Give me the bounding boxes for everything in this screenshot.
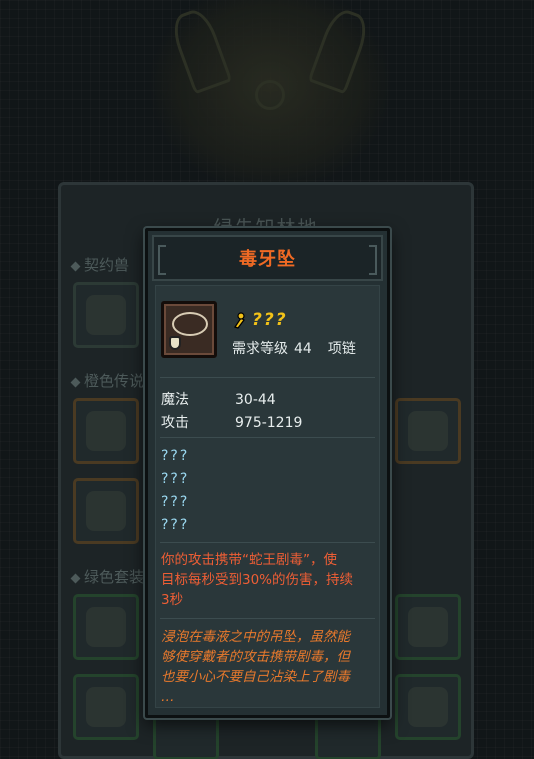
diamond-icon bbox=[70, 377, 81, 387]
stat-row: 攻击 975-1219 bbox=[161, 412, 302, 432]
lore-line: 浸泡在毒液之中的吊坠，虽然能 bbox=[161, 629, 350, 645]
section-label: 绿色套装 bbox=[84, 569, 145, 586]
unknown-attribute: ??? bbox=[161, 494, 190, 510]
fang-pendant bbox=[169, 336, 181, 350]
stat-row: 魔法 30-44 bbox=[161, 389, 276, 409]
lore-line: … bbox=[161, 689, 175, 705]
boss-horn-left bbox=[167, 5, 233, 95]
diamond-icon bbox=[70, 573, 81, 583]
boss-horn-right bbox=[307, 5, 373, 95]
green-set-slot[interactable] bbox=[395, 594, 461, 660]
wings-icon bbox=[86, 607, 126, 647]
boss-eye bbox=[255, 80, 285, 110]
section-contract-beast: 契约兽 bbox=[70, 254, 130, 275]
legend-slot[interactable] bbox=[73, 478, 139, 544]
crown-icon bbox=[408, 607, 448, 647]
fang-necklace-icon bbox=[161, 301, 217, 358]
diamond-icon bbox=[70, 261, 81, 271]
divider bbox=[160, 437, 375, 438]
legend-slot[interactable] bbox=[73, 398, 139, 464]
effect-line: 3秒 bbox=[161, 592, 184, 608]
slot-type: 项链 bbox=[327, 341, 356, 357]
divider bbox=[160, 618, 375, 619]
section-label: 契约兽 bbox=[84, 257, 130, 274]
item-tooltip: 毒牙坠 ??? 需求等级 44 项链 魔法 30-44 攻击 975-1219 ??? … bbox=[145, 228, 390, 718]
legend-slot[interactable] bbox=[395, 398, 461, 464]
lore-text: 浸泡在毒液之中的吊坠，虽然能 够使穿戴者的攻击携带剧毒，但 也要小心不要自己沾染… bbox=[161, 627, 373, 707]
cloak-icon bbox=[408, 687, 448, 727]
green-set-slot[interactable] bbox=[73, 674, 139, 740]
stat-value: 30-44 bbox=[235, 392, 276, 408]
effect-line: 你的攻击携带“蛇王剧毒”，使 bbox=[161, 552, 337, 568]
section-label: 橙色传说 bbox=[84, 373, 145, 390]
stat-label: 魔法 bbox=[161, 392, 189, 408]
gem-icon bbox=[86, 411, 126, 451]
item-title: 毒牙坠 bbox=[239, 249, 296, 270]
tooltip-body: ??? 需求等级 44 项链 魔法 30-44 攻击 975-1219 ??? ??? … bbox=[155, 285, 380, 708]
green-set-slot[interactable] bbox=[395, 674, 461, 740]
requirement-label: 需求等级 bbox=[232, 341, 288, 357]
armor-icon bbox=[86, 491, 126, 531]
green-set-slot[interactable] bbox=[73, 594, 139, 660]
stat-label: 攻击 bbox=[161, 415, 189, 431]
effect-line: 目标每秒受到30%的伤害，持续 bbox=[161, 572, 354, 588]
divider bbox=[160, 377, 375, 378]
gold-quality-icon bbox=[234, 312, 245, 329]
boss-silhouette bbox=[150, 0, 390, 190]
unknown-attribute: ??? bbox=[161, 471, 190, 487]
special-effect-text: 你的攻击携带“蛇王剧毒”，使 目标每秒受到30%的伤害，持续 3秒 bbox=[161, 550, 373, 610]
helmet-icon bbox=[86, 687, 126, 727]
beast-icon bbox=[86, 295, 126, 335]
section-green-set: 绿色套装 bbox=[70, 566, 145, 587]
section-orange-legend: 橙色传说 bbox=[70, 370, 145, 391]
requirement-level: 44 bbox=[294, 341, 312, 357]
requirement-row: 需求等级 44 项链 bbox=[232, 338, 362, 358]
tooltip-header: 毒牙坠 bbox=[152, 235, 383, 281]
lore-line: 够使穿戴者的攻击携带剧毒，但 bbox=[161, 649, 350, 665]
divider bbox=[160, 542, 375, 543]
item-name: ??? bbox=[252, 310, 288, 330]
stat-value: 975-1219 bbox=[235, 415, 303, 431]
beast-slot[interactable] bbox=[73, 282, 139, 348]
necklace-chain bbox=[172, 312, 208, 336]
item-name-row: ??? bbox=[232, 310, 288, 330]
unknown-attribute: ??? bbox=[161, 448, 190, 464]
lore-line: 也要小心不要自己沾染上了剧毒 bbox=[161, 669, 350, 685]
sword-icon bbox=[408, 411, 448, 451]
unknown-attribute: ??? bbox=[161, 517, 190, 533]
